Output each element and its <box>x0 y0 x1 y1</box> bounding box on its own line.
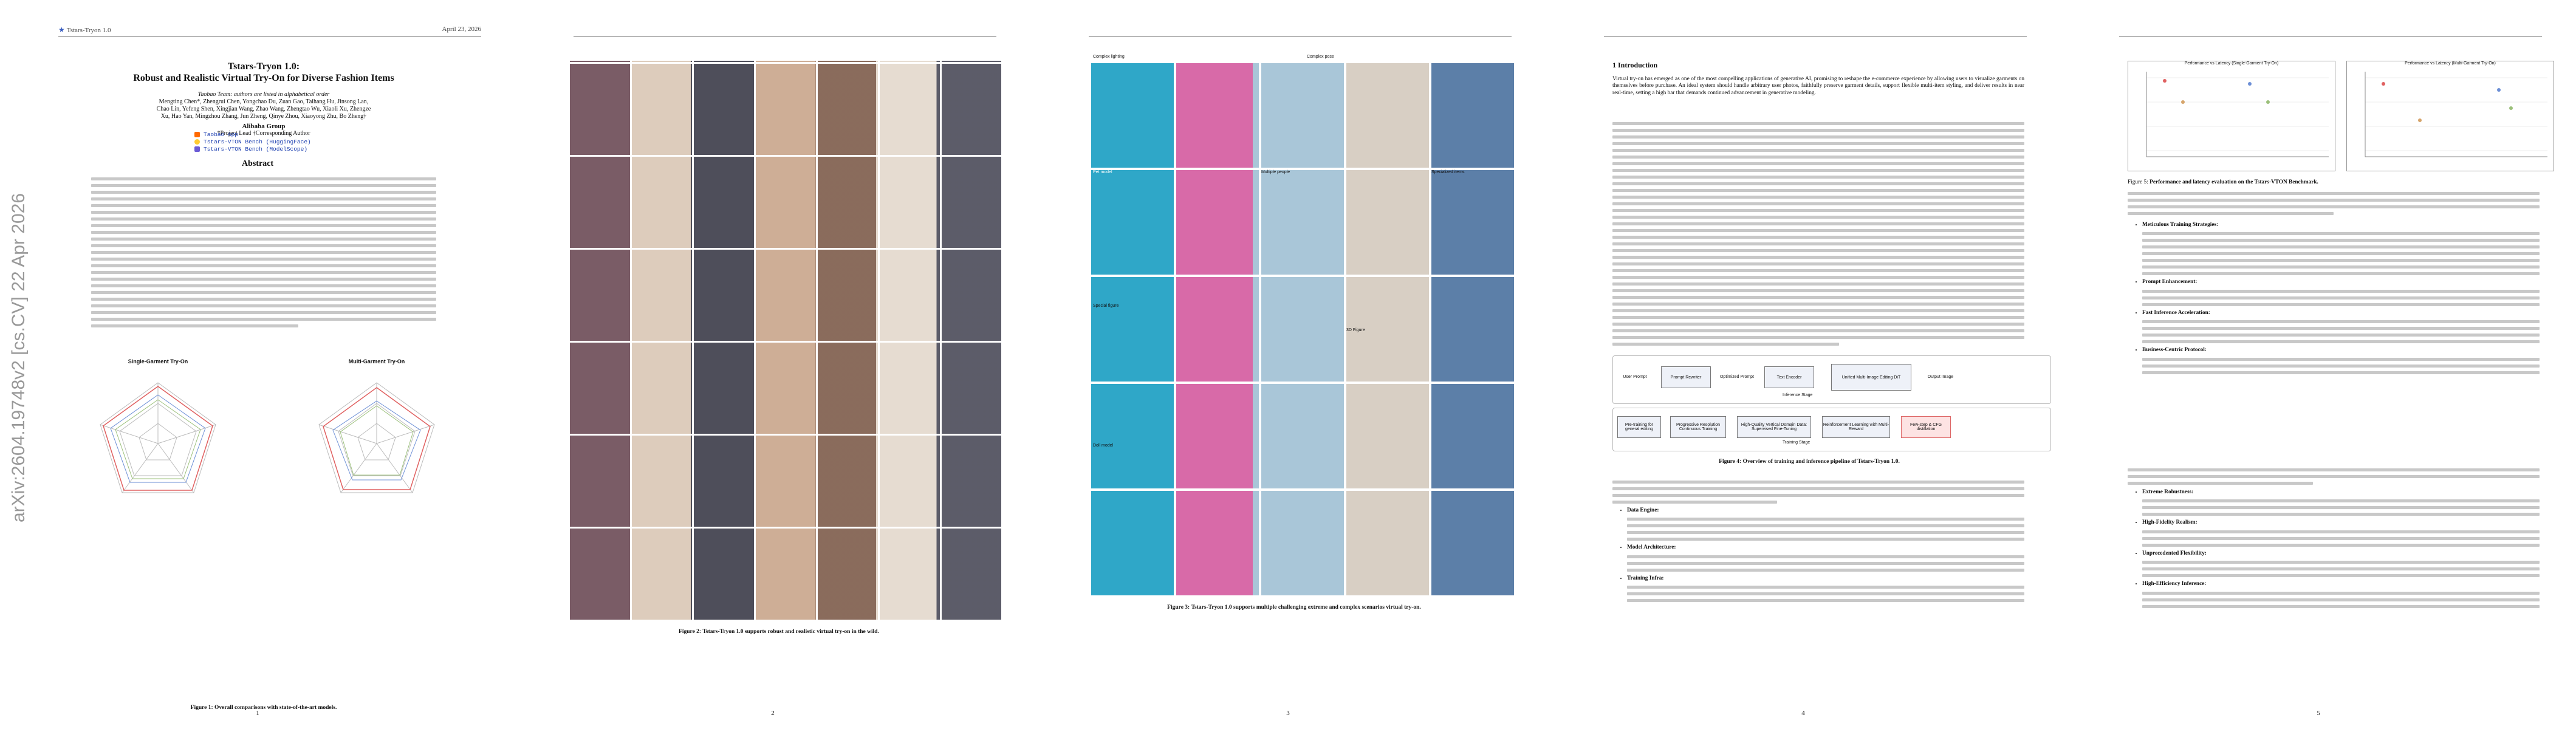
radar-chart-single: Single-Garment Try-On <box>67 358 249 529</box>
header-title: Tstars-Tryon 1.0 <box>66 27 111 34</box>
plot-title: Performance vs Latency (Single-Garment T… <box>2184 61 2279 66</box>
editing-dit-box: Unified Multi-Image Editing DiT <box>1831 364 1911 391</box>
star-logo-icon: ★ <box>58 26 65 34</box>
scatter-multi-svg <box>2365 72 2547 157</box>
header-rule <box>1089 36 1512 37</box>
scatter-plot-multi: Performance vs Latency (Multi-Garment Tr… <box>2346 61 2554 171</box>
contribution-list: Data Engine: Model Architecture: Trainin… <box>1619 507 2024 606</box>
link-taobao-app[interactable]: Taobao App <box>194 131 311 139</box>
panel-label: Special figure <box>1093 304 1119 308</box>
radar-multi-title: Multi-Garment Try-On <box>348 358 405 364</box>
text-encoder-box: Text Encoder <box>1764 366 1814 388</box>
section-heading-introduction: 1 Introduction <box>1612 61 1658 69</box>
header-rule <box>2119 36 2542 37</box>
header-rule <box>1604 36 2027 37</box>
figure-2-caption: Figure 2: Tstars-Tryon 1.0 supports robu… <box>679 629 879 635</box>
page-5: Performance vs Latency (Single-Garment T… <box>2061 0 2576 729</box>
page-number: 5 <box>2317 710 2320 717</box>
training-step-box: High-Quality Vertical Domain Data: Super… <box>1737 416 1811 438</box>
abstract-heading: Abstract <box>241 159 274 168</box>
panel-label: Pet model <box>1093 170 1112 174</box>
radar-single-svg <box>100 382 216 493</box>
list-item: Extreme Robustness: <box>2142 489 2540 516</box>
capability-list: Extreme Robustness: High-Fidelity Realis… <box>2134 489 2540 612</box>
page-4: 1 Introduction Virtual try-on has emerge… <box>1546 0 2061 729</box>
taobao-icon <box>194 131 200 137</box>
list-item: High-Efficiency Inference: <box>2142 581 2540 608</box>
link-modelscope[interactable]: Tstars-VTON Bench (ModelScope) <box>194 146 311 153</box>
intro-paragraph-1: Virtual try-on has emerged as one of the… <box>1612 76 2024 96</box>
header-rule <box>574 36 996 37</box>
modelscope-icon <box>194 146 200 152</box>
figure-5-caption: Figure 5: Performance and latency evalua… <box>2128 179 2318 185</box>
panel-label: Complex lighting <box>1093 55 1125 59</box>
prompt-rewriter-box: Prompt Rewriter <box>1661 366 1711 388</box>
page-number: 2 <box>771 710 775 717</box>
training-step-box: Pre-training for general editing <box>1617 416 1661 438</box>
training-step-box: Few-step & CFG distillation <box>1901 416 1951 438</box>
radar-chart-multi: Multi-Garment Try-On <box>286 358 468 529</box>
huggingface-icon <box>194 139 200 145</box>
figure-5-caption-body <box>2128 188 2540 219</box>
intro-body-2 <box>1612 477 2024 507</box>
figure-3-caption: Figure 3: Tstars-Tryon 1.0 supports mult… <box>1167 604 1421 611</box>
optimized-prompt-box: Optimized Prompt <box>1719 368 1755 386</box>
panel-label: Complex pose <box>1307 55 1334 59</box>
panel-label: 3D Figure <box>1346 328 1365 332</box>
intro-body <box>1612 118 2024 349</box>
list-item: Unprecedented Flexibility: <box>2142 550 2540 578</box>
author-block: Taobao Team: authors are listed in alpha… <box>73 91 454 137</box>
inference-stage-label: Inference Stage <box>1783 393 1813 397</box>
plot-title: Performance vs Latency (Multi-Garment Tr… <box>2405 61 2496 66</box>
list-item: Meticulous Training Strategies: <box>2142 222 2540 276</box>
list-item: Fast Inference Acceleration: <box>2142 310 2540 344</box>
figure-4-caption: Figure 4: Overview of training and infer… <box>1719 459 1900 465</box>
strategy-list: Meticulous Training Strategies: Prompt E… <box>2134 222 2540 378</box>
list-item: Data Engine: <box>1627 507 2024 541</box>
page-number: 1 <box>256 710 259 717</box>
list-item: Business-Centric Protocol: <box>2142 347 2540 374</box>
figure-4-pipeline-diagram: User Prompt Prompt Rewriter Optimized Pr… <box>1612 355 2051 453</box>
scatter-single-svg <box>2146 72 2329 157</box>
header-rule <box>58 36 481 37</box>
list-item: Training Infra: <box>1627 575 2024 603</box>
photo-grid-lines <box>570 61 1001 620</box>
running-header: ★ Tstars-Tryon 1.0 April 23, 2026 <box>58 26 481 34</box>
figure-3-photo-grid: Complex lighting Complex pose Pet model … <box>1091 55 1516 595</box>
paper-title: Tstars-Tryon 1.0: Robust and Realistic V… <box>133 61 394 83</box>
page-2: Figure 2: Tstars-Tryon 1.0 supports robu… <box>515 0 1030 729</box>
figure-2-photo-grid <box>570 61 1001 620</box>
page-3: Complex lighting Complex pose Pet model … <box>1030 0 1546 729</box>
arxiv-stamp: arXiv:2604.19748v2 [cs.CV] 22 Apr 2026 <box>9 193 29 522</box>
body-paragraph <box>2128 465 2540 488</box>
resource-links: Taobao App Tstars-VTON Bench (HuggingFac… <box>194 131 311 153</box>
list-item: High-Fidelity Realism: <box>2142 519 2540 547</box>
panel-label: Multiple people <box>1261 170 1290 174</box>
abstract-body <box>91 174 436 331</box>
list-item: Model Architecture: <box>1627 544 2024 572</box>
user-prompt-box: User Prompt <box>1620 368 1650 386</box>
authors-note: Taobao Team: authors are listed in alpha… <box>197 91 330 98</box>
training-step-box: Progressive Resolution Continuous Traini… <box>1670 416 1726 438</box>
photo-grid-lines <box>1091 61 1516 595</box>
page-1: ★ Tstars-Tryon 1.0 April 23, 2026 arXiv:2… <box>0 0 515 729</box>
panel-label: Doll model <box>1093 443 1114 448</box>
list-item: Prompt Enhancement: <box>2142 279 2540 306</box>
link-huggingface[interactable]: Tstars-VTON Bench (HuggingFace) <box>194 139 311 146</box>
output-image-box: Output Image <box>1922 368 1959 386</box>
radar-multi-svg <box>318 382 435 493</box>
training-step-box: Reinforcement Learning with Multi-Reward <box>1822 416 1890 438</box>
page-number: 3 <box>1286 710 1290 717</box>
training-stage-label: Training Stage <box>1783 440 1810 445</box>
panel-label: Specialized items <box>1431 170 1465 174</box>
page-number: 4 <box>1801 710 1805 717</box>
header-date: April 23, 2026 <box>442 26 481 33</box>
radar-single-title: Single-Garment Try-On <box>128 358 188 364</box>
affiliation: Alibaba Group <box>242 123 286 130</box>
scatter-plot-single: Performance vs Latency (Single-Garment T… <box>2128 61 2335 171</box>
